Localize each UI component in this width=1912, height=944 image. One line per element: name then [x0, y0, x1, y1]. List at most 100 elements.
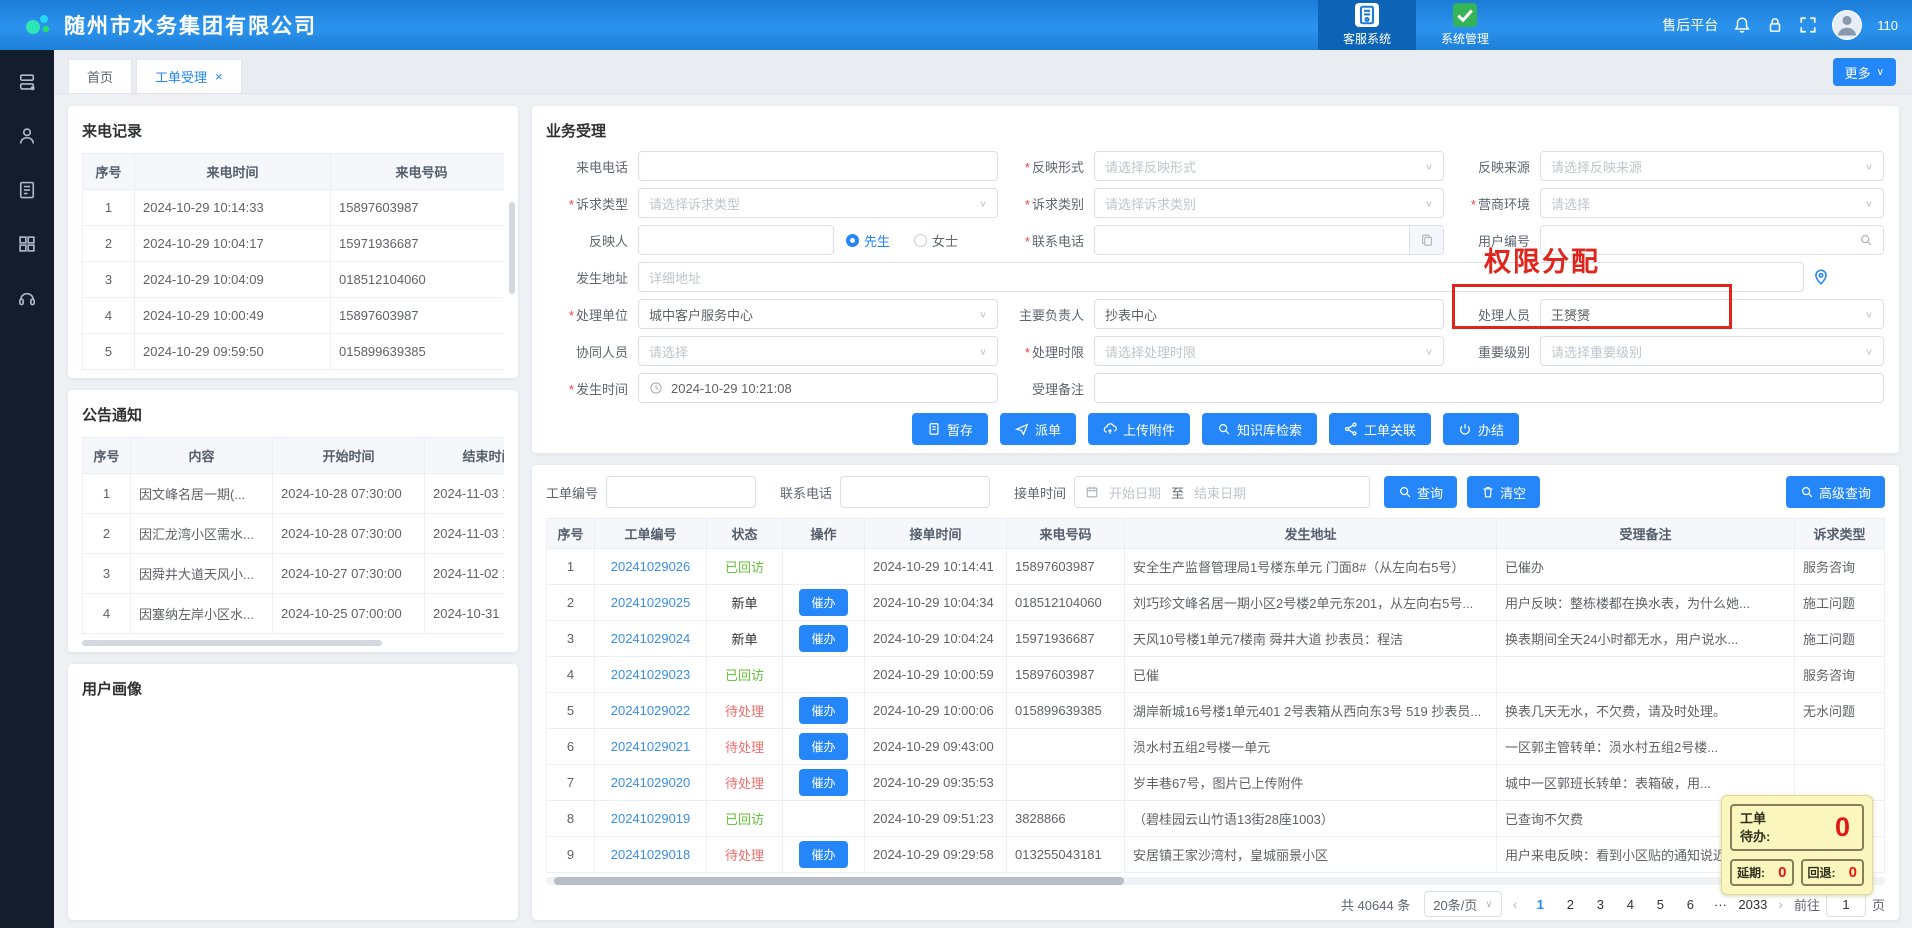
principal-input[interactable]: 抄表中心 [1094, 299, 1444, 329]
chevron-down-icon: ∨ [1865, 198, 1873, 208]
fullscreen-icon[interactable] [1799, 16, 1817, 34]
date-range-picker[interactable]: 开始日期 至 结束日期 [1074, 476, 1370, 508]
query-button[interactable]: 查询 [1384, 476, 1457, 508]
cell-status: 已回访 [707, 801, 783, 837]
call-records-title: 来电记录 [82, 120, 504, 141]
limit-select[interactable]: 请选择处理时限∨ [1094, 336, 1444, 366]
map-pin-icon[interactable] [1812, 268, 1830, 286]
order-id-link[interactable]: 20241029023 [611, 667, 691, 682]
more-button[interactable]: 更多∨ [1833, 58, 1896, 86]
page-1[interactable]: 1 [1528, 892, 1552, 916]
nav-customer-service[interactable]: 客服系统 [1318, 0, 1416, 50]
save-draft-button[interactable]: 暂存 [912, 413, 988, 445]
announcement-row[interactable]: 3 因舜井大道天风小... 2024-10-27 07:30:00 2024-1… [83, 554, 505, 594]
occur-time-picker[interactable]: 2024-10-29 10:21:08 [638, 373, 998, 403]
call-record-row[interactable]: 4 2024-10-29 10:00:49 15897603987 [83, 298, 505, 334]
handler-select[interactable]: 王赟赟∨ [1540, 299, 1884, 329]
page-last[interactable]: 2033 [1738, 892, 1767, 916]
workflow-icon[interactable] [17, 72, 37, 92]
scrollbar-horizontal[interactable] [82, 640, 382, 646]
dispatch-button[interactable]: 派单 [1000, 413, 1076, 445]
call-record-row[interactable]: 1 2024-10-29 10:14:33 15897603987 [83, 190, 505, 226]
urge-button[interactable]: 催办 [799, 769, 847, 796]
radio-female[interactable]: 女士 [914, 231, 958, 250]
call-record-row[interactable]: 2 2024-10-29 10:04:17 15971936687 [83, 226, 505, 262]
clear-button[interactable]: 清空 [1467, 476, 1540, 508]
urge-button[interactable]: 催办 [799, 733, 847, 760]
order-id-link[interactable]: 20241029019 [611, 811, 691, 826]
announcement-row[interactable]: 4 因塞纳左岸小区水... 2024-10-25 07:00:00 2024-1… [83, 594, 505, 634]
order-id-link[interactable]: 20241029025 [611, 595, 691, 610]
order-search-bar: 工单编号 联系电话 接单时间 开始日期 至 结束日期 [546, 475, 1885, 509]
tab-close-icon[interactable]: × [215, 69, 223, 84]
knowledge-search-button[interactable]: 知识库检索 [1202, 413, 1317, 445]
unit-select[interactable]: 城中客户服务中心∨ [638, 299, 998, 329]
user-avatar[interactable] [1832, 10, 1862, 40]
nav-system-admin[interactable]: 系统管理 [1416, 0, 1514, 50]
page-6[interactable]: 6 [1678, 892, 1702, 916]
page-3[interactable]: 3 [1588, 892, 1612, 916]
cell-action [783, 549, 865, 585]
lock-icon[interactable] [1766, 16, 1784, 34]
order-id-link[interactable]: 20241029026 [611, 559, 691, 574]
scrollbar-horizontal-thumb[interactable] [554, 877, 1124, 885]
remark-input[interactable] [1094, 373, 1884, 403]
search-phone-input[interactable] [840, 476, 990, 508]
contact-input[interactable] [1094, 225, 1444, 255]
reflect-form-select[interactable]: 请选择反映形式∨ [1094, 151, 1444, 181]
tab-work-order[interactable]: 工单受理 × [136, 59, 242, 93]
address-input[interactable]: 详细地址 [638, 262, 1804, 292]
bell-icon[interactable] [1733, 16, 1751, 34]
prev-page-icon[interactable]: ‹ [1508, 896, 1523, 912]
page-2[interactable]: 2 [1558, 892, 1582, 916]
radio-male[interactable]: 先生 [846, 231, 890, 250]
order-id-link[interactable]: 20241029020 [611, 775, 691, 790]
after-sales-link[interactable]: 售后平台 [1662, 15, 1718, 35]
reporter-input[interactable] [638, 225, 834, 255]
co-select[interactable]: 请选择∨ [638, 336, 998, 366]
urge-button[interactable]: 催办 [799, 841, 847, 868]
urge-button[interactable]: 催办 [799, 697, 847, 724]
end-date-placeholder[interactable]: 结束日期 [1194, 483, 1246, 502]
announcement-row[interactable]: 1 因文峰名居一期(... 2024-10-28 07:30:00 2024-1… [83, 474, 505, 514]
search-icon[interactable] [1859, 233, 1873, 247]
order-relate-button[interactable]: 工单关联 [1329, 413, 1431, 445]
page-ellipsis[interactable]: ··· [1708, 892, 1732, 916]
cell-no: 1 [83, 474, 131, 514]
limit-label: *处理时限 [998, 342, 1094, 361]
urge-button[interactable]: 催办 [799, 625, 847, 652]
biz-env-label: *营商环境 [1444, 194, 1540, 213]
call-phone-input[interactable] [638, 151, 998, 181]
copy-icon[interactable] [1409, 226, 1443, 254]
order-id-link[interactable]: 20241029024 [611, 631, 691, 646]
order-id-link[interactable]: 20241029018 [611, 847, 691, 862]
grid-icon[interactable] [17, 234, 37, 254]
order-id-link[interactable]: 20241029021 [611, 739, 691, 754]
call-record-row[interactable]: 3 2024-10-29 10:04:09 018512104060 [83, 262, 505, 298]
order-no-input[interactable] [606, 476, 756, 508]
importance-select[interactable]: 请选择重要级别∨ [1540, 336, 1884, 366]
call-record-row[interactable]: 5 2024-10-29 09:59:50 015899639385 [83, 334, 505, 370]
biz-env-select[interactable]: 请选择∨ [1540, 188, 1884, 218]
headset-icon[interactable] [17, 288, 37, 308]
page-4[interactable]: 4 [1618, 892, 1642, 916]
appeal-type-select[interactable]: 请选择诉求类型∨ [638, 188, 998, 218]
advanced-query-button[interactable]: 高级查询 [1786, 476, 1885, 508]
user-icon[interactable] [17, 126, 37, 146]
upload-attachment-button[interactable]: 上传附件 [1088, 413, 1190, 445]
finish-button[interactable]: 办结 [1443, 413, 1519, 445]
next-page-icon[interactable]: › [1773, 896, 1788, 912]
reflect-source-select[interactable]: 请选择反映来源∨ [1540, 151, 1884, 181]
announcement-row[interactable]: 2 因汇龙湾小区需水... 2024-10-28 07:30:00 2024-1… [83, 514, 505, 554]
order-id-link[interactable]: 20241029022 [611, 703, 691, 718]
status-badge: 已回访 [725, 560, 764, 575]
cell-no: 9 [547, 837, 595, 873]
appeal-cat-select[interactable]: 请选择诉求类别∨ [1094, 188, 1444, 218]
start-date-placeholder[interactable]: 开始日期 [1109, 483, 1161, 502]
page-5[interactable]: 5 [1648, 892, 1672, 916]
urge-button[interactable]: 催办 [799, 589, 847, 616]
tab-home[interactable]: 首页 [68, 59, 132, 93]
document-icon[interactable] [17, 180, 37, 200]
page-size-select[interactable]: 20条/页∨ [1424, 891, 1501, 917]
scrollbar-vertical[interactable] [509, 202, 515, 294]
